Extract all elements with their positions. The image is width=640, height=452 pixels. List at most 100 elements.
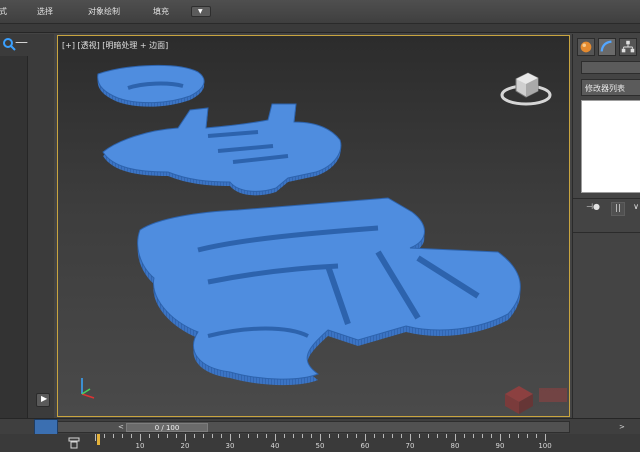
- ruler-tick: [518, 434, 519, 438]
- ruler-tick: [383, 434, 384, 438]
- ruler-track[interactable]: 10 20 30 40 50 60 70 80 90 100: [95, 434, 552, 452]
- ruler-tick-label: 70: [405, 442, 415, 450]
- ruler-tick-label: 40: [270, 442, 280, 450]
- ruler-tick: [509, 434, 510, 438]
- ruler-tick: [455, 434, 456, 441]
- ruler-tick: [293, 434, 294, 438]
- show-end-result-button[interactable]: ||: [611, 202, 625, 216]
- play-button[interactable]: ▶: [36, 393, 50, 407]
- chevron-down-icon: ▼: [198, 8, 203, 15]
- perspective-viewport[interactable]: [+] [透视] [明暗处理 + 边面]: [57, 35, 570, 417]
- ruler-tick: [176, 434, 177, 438]
- time-prev-button[interactable]: <: [118, 423, 124, 431]
- modifier-stack-list[interactable]: [581, 100, 640, 193]
- watermark-logo: [505, 386, 567, 414]
- ruler-tick: [221, 434, 222, 438]
- make-unique-button[interactable]: ∨: [631, 202, 640, 216]
- ruler-tick: [482, 434, 483, 438]
- lower-characters: [137, 197, 521, 386]
- make-unique-icon: ∨: [633, 202, 639, 211]
- ruler-tick: [194, 434, 195, 438]
- ruler-tick: [347, 434, 348, 438]
- upper-characters: [97, 64, 342, 196]
- ruler-tick: [392, 434, 393, 438]
- ruler-tick: [536, 434, 537, 438]
- time-next-button[interactable]: >: [619, 423, 625, 431]
- ruler-tick: [338, 434, 339, 438]
- ruler-tick: [95, 434, 96, 441]
- ruler-tick: [212, 434, 213, 438]
- frame-ruler[interactable]: 10 20 30 40 50 60 70 80 90 100: [0, 434, 640, 452]
- hierarchy-icon: [621, 40, 635, 53]
- minus-icon[interactable]: —: [15, 36, 28, 51]
- menu-dropdown-button[interactable]: ▼: [191, 6, 211, 17]
- viewport-label[interactable]: [+] [透视] [明暗处理 + 边面]: [62, 40, 168, 51]
- ruler-tick: [239, 434, 240, 438]
- menu-item-object-paint[interactable]: 对象绘制: [88, 6, 120, 17]
- ruler-tick-label: 90: [495, 442, 505, 450]
- ruler-tick-label: 50: [315, 442, 325, 450]
- ruler-tick: [203, 434, 204, 438]
- ruler-tick: [302, 434, 303, 438]
- tab-hierarchy[interactable]: [619, 38, 637, 56]
- playhead[interactable]: [97, 434, 100, 445]
- ruler-tick: [131, 434, 132, 438]
- ruler-tick: [122, 434, 123, 438]
- play-icon: ▶: [41, 394, 48, 403]
- ruler-tick-label: 100: [538, 442, 552, 450]
- ruler-tick-label: 10: [135, 442, 145, 450]
- ruler-tick: [464, 434, 465, 438]
- toolbar-strip: [0, 24, 640, 33]
- scene-explorer-panel: [0, 34, 28, 418]
- tab-modify[interactable]: [598, 38, 616, 56]
- ruler-tick: [167, 434, 168, 438]
- ruler-tick: [284, 434, 285, 438]
- axis-gizmo-icon: [81, 378, 95, 399]
- pin-stack-button[interactable]: ⊣●: [585, 202, 601, 216]
- lock-icon[interactable]: [67, 436, 81, 450]
- object-name-field[interactable]: [581, 61, 640, 74]
- command-panel: 修改器列表 ⊣● || ∨: [572, 34, 640, 418]
- ruler-tick: [365, 434, 366, 441]
- ruler-tick: [419, 434, 420, 438]
- ruler-tick: [248, 434, 249, 438]
- ruler-tick: [149, 434, 150, 438]
- divider: [573, 232, 640, 233]
- menu-item-populate[interactable]: 填充: [153, 6, 169, 17]
- ruler-tick: [401, 434, 402, 438]
- ruler-tick: [356, 434, 357, 438]
- ruler-tick: [473, 434, 474, 438]
- ruler-tick: [113, 434, 114, 438]
- ruler-tick: [257, 434, 258, 438]
- tab-create[interactable]: [577, 38, 595, 56]
- ruler-tick: [266, 434, 267, 438]
- ruler-tick: [275, 434, 276, 441]
- ruler-tick: [500, 434, 501, 441]
- ruler-tick: [329, 434, 330, 438]
- time-slider-thumb[interactable]: 0 / 100: [126, 423, 208, 432]
- ruler-tick: [491, 434, 492, 438]
- search-icon[interactable]: [2, 37, 16, 51]
- ruler-tick: [527, 434, 528, 438]
- scene-explorer-toolbar: —: [0, 34, 28, 56]
- arc-icon: [600, 40, 612, 52]
- ruler-tick-label: 60: [360, 442, 370, 450]
- ruler-tick-label: 80: [450, 442, 460, 450]
- sphere-icon: [580, 41, 592, 53]
- menu-bar: 式 选择 对象绘制 填充 ▼: [0, 0, 640, 24]
- time-slider[interactable]: < 0 / 100 >: [57, 421, 625, 433]
- ruler-tick: [311, 434, 312, 438]
- divider: [573, 198, 640, 199]
- ruler-tick: [545, 434, 546, 441]
- ruler-tick: [437, 434, 438, 438]
- menu-item-selection[interactable]: 选择: [37, 6, 53, 17]
- ruler-tick: [428, 434, 429, 438]
- 3d-text-model[interactable]: [58, 36, 570, 417]
- ruler-tick-label: 20: [180, 442, 190, 450]
- menu-item-style[interactable]: 式: [0, 6, 7, 17]
- ruler-tick-label: 30: [225, 442, 235, 450]
- viewcube-icon[interactable]: [498, 61, 554, 109]
- ruler-tick: [410, 434, 411, 441]
- modifier-list-dropdown[interactable]: 修改器列表: [581, 79, 640, 96]
- ruler-tick: [185, 434, 186, 441]
